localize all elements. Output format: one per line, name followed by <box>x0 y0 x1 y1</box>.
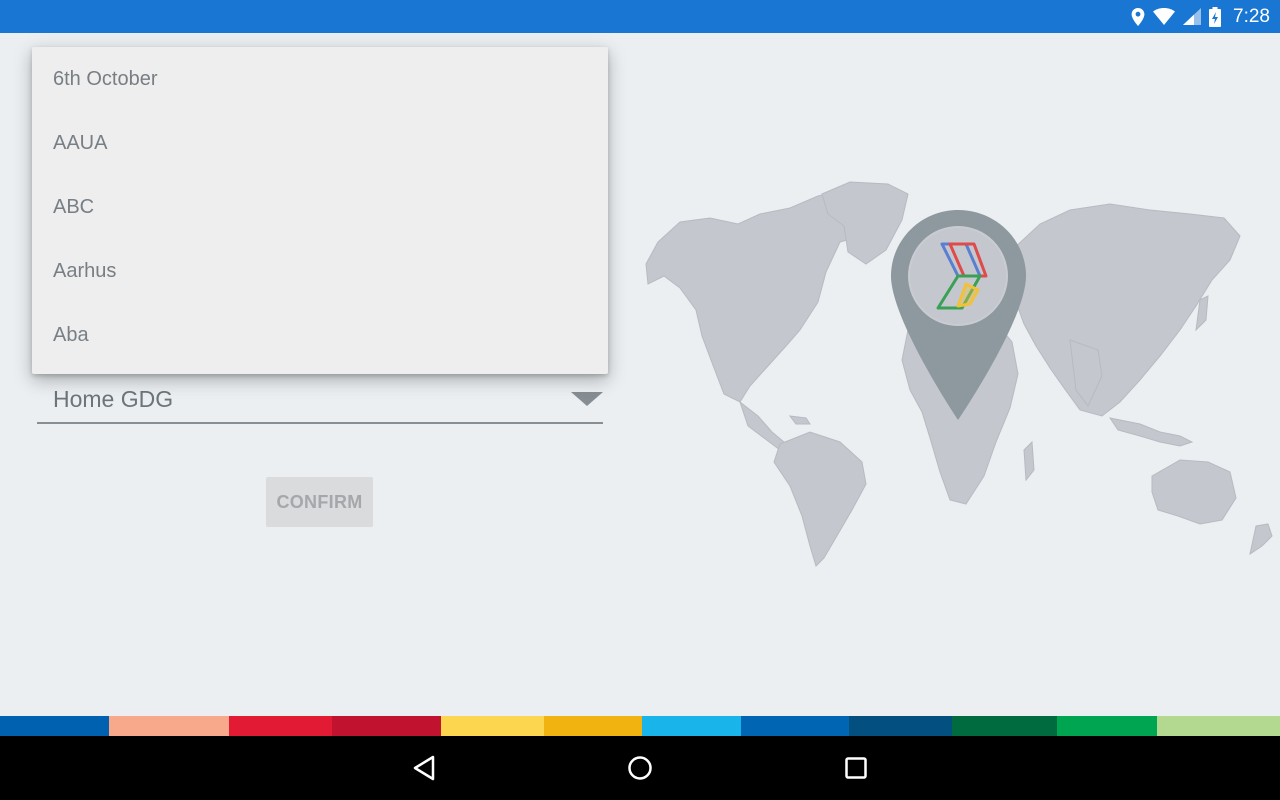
color-segment <box>0 716 109 736</box>
dropdown-option[interactable]: AAUA <box>32 111 608 175</box>
color-segment <box>109 716 229 736</box>
color-segment <box>642 716 741 736</box>
confirm-button[interactable]: CONFIRM <box>266 477 373 527</box>
home-icon <box>628 756 652 780</box>
home-gdg-spinner[interactable]: Home GDG <box>37 380 603 424</box>
gdg-dropdown-menu: 6th October AAUA ABC Aarhus Aba <box>32 47 608 374</box>
location-icon <box>1131 7 1145 26</box>
spinner-selected-value: Home GDG <box>53 386 174 412</box>
dropdown-option[interactable]: 6th October <box>32 47 608 111</box>
home-button[interactable] <box>624 752 656 784</box>
status-bar: 7:28 <box>0 0 1280 33</box>
back-icon <box>413 755 435 781</box>
dropdown-option[interactable]: ABC <box>32 175 608 239</box>
color-segment <box>1057 716 1157 736</box>
color-strip <box>0 716 1280 736</box>
battery-charging-icon <box>1209 6 1222 27</box>
color-segment <box>741 716 849 736</box>
world-map-icon <box>645 181 1273 567</box>
signal-icon <box>1183 8 1202 25</box>
status-time: 7:28 <box>1233 5 1270 27</box>
recents-button[interactable] <box>840 752 872 784</box>
color-segment <box>332 716 441 736</box>
recents-icon <box>845 757 867 779</box>
color-segment <box>952 716 1057 736</box>
world-map-illustration <box>640 180 1280 580</box>
navigation-bar <box>0 736 1280 800</box>
color-segment <box>1157 716 1280 736</box>
status-icons: 7:28 <box>1131 0 1270 33</box>
color-segment <box>229 716 332 736</box>
color-segment <box>849 716 952 736</box>
color-segment <box>544 716 642 736</box>
color-segment <box>441 716 544 736</box>
dropdown-arrow-icon[interactable] <box>571 392 603 406</box>
wifi-icon <box>1153 8 1176 25</box>
dropdown-option[interactable]: Aba <box>32 303 608 367</box>
dropdown-option[interactable]: Aarhus <box>32 239 608 303</box>
back-button[interactable] <box>408 752 440 784</box>
